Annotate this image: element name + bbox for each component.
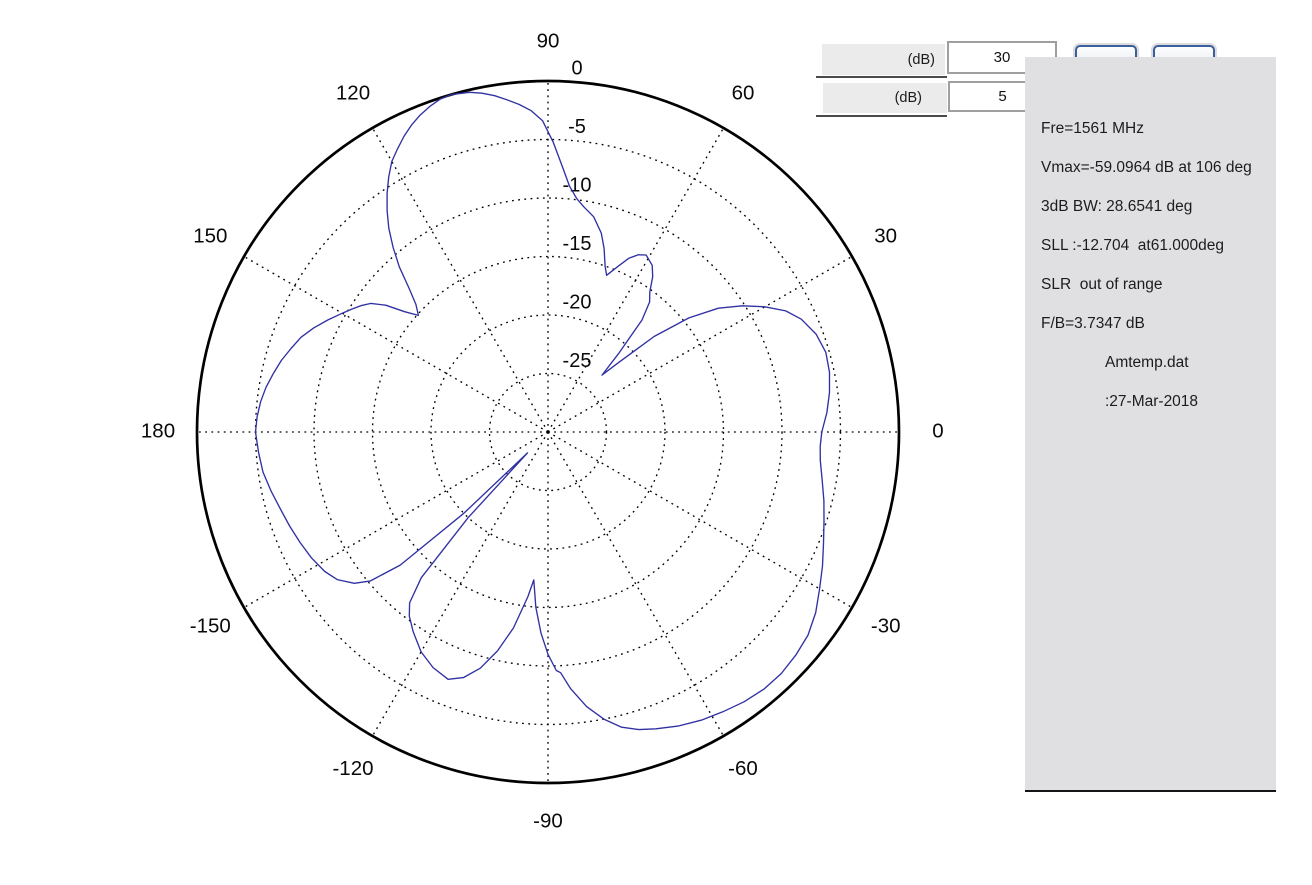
measurement-info-panel: Fre=1561 MHz Vmax=-59.0964 dB at 106 deg… [1025, 57, 1276, 792]
info-3db-bw: 3dB BW: 28.6541 deg [1025, 187, 1276, 226]
angle-label-120: 120 [336, 82, 370, 105]
polar-grid-spoke [548, 432, 724, 736]
angle-label-0: 0 [932, 419, 943, 442]
radial-tick-label--15: -15 [563, 233, 592, 255]
polar-grid-spoke [244, 257, 548, 433]
angle-label--120: -120 [332, 757, 373, 780]
angle-label--30: -30 [871, 614, 901, 637]
angle-label-180: 180 [141, 419, 175, 442]
angle-label-150: 150 [193, 224, 227, 247]
polar-grid-spoke [548, 432, 852, 608]
angle-label--90: -90 [533, 809, 563, 832]
radial-tick-label--25: -25 [563, 350, 592, 372]
info-filename: Amtemp.dat [1025, 343, 1276, 382]
polar-grid-spoke [548, 257, 852, 433]
radial-tick-label-0: 0 [571, 57, 582, 79]
angle-label--150: -150 [190, 614, 231, 637]
polar-grid-spoke [373, 128, 549, 432]
polar-plot: 0306090120150180-150-120-90-60-300-5-10-… [0, 0, 1012, 885]
info-date: :27-Mar-2018 [1025, 382, 1276, 421]
info-frequency: Fre=1561 MHz [1025, 109, 1276, 148]
step-db-label: (dB) [823, 83, 947, 113]
angle-label-90: 90 [537, 29, 560, 52]
info-vmax: Vmax=-59.0964 dB at 106 deg [1025, 148, 1276, 187]
antenna-pattern-app: 0306090120150180-150-120-90-60-300-5-10-… [0, 0, 1312, 885]
radial-tick-label--5: -5 [568, 116, 586, 138]
angle-label-60: 60 [732, 82, 755, 105]
radiation-pattern-curve [256, 92, 830, 729]
info-fb-ratio: F/B=3.7347 dB [1025, 304, 1276, 343]
radial-tick-label--20: -20 [563, 291, 592, 313]
angle-label-30: 30 [874, 224, 897, 247]
angle-label--60: -60 [728, 757, 758, 780]
range-row-underline [816, 76, 947, 78]
step-row-underline [816, 115, 947, 117]
info-slr: SLR out of range [1025, 265, 1276, 304]
info-sll: SLL :-12.704 at61.000deg [1025, 226, 1276, 265]
range-db-label: (dB) [822, 44, 945, 75]
